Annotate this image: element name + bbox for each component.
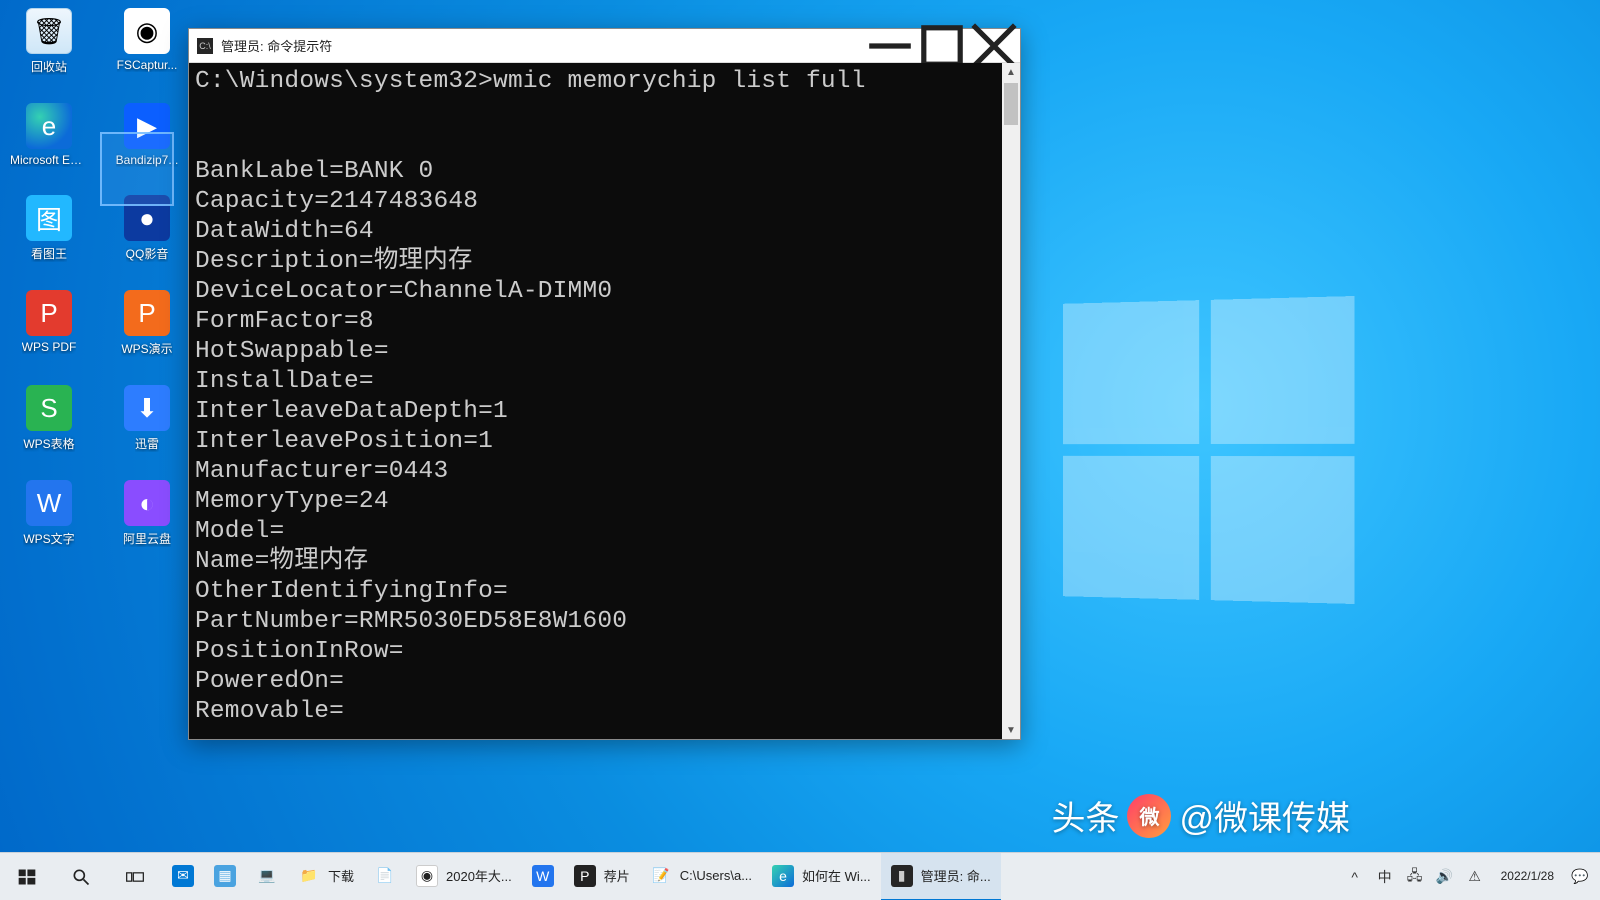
action-center-icon[interactable]: 💬 — [1566, 853, 1594, 900]
desktop: 🗑 回收站◉ FSCaptur...e Microsoft Edge▶ Band… — [0, 0, 1600, 900]
qqav-icon-label: QQ影音 — [126, 245, 169, 262]
scroll-up-arrow[interactable]: ▲ — [1002, 63, 1020, 81]
watermark-prefix: 头条 — [1051, 791, 1119, 840]
tray-alert-icon[interactable]: ⚠ — [1461, 853, 1489, 900]
tray-ime-icon[interactable]: 中 — [1371, 853, 1399, 900]
scroll-down-arrow[interactable]: ▼ — [1002, 721, 1020, 739]
chrome-2020-label: 2020年大... — [446, 866, 512, 885]
notepad-app-icon: 📄 — [374, 865, 396, 887]
wpsppt-icon-label: WPS演示 — [121, 340, 172, 357]
cmd-icon: C:\ — [197, 38, 213, 54]
video-watermark: 头条 微 @微课传媒 — [1051, 791, 1350, 840]
wpsdoc-icon-label: WPS文字 — [23, 530, 74, 547]
downloads-folder-label: 下载 — [328, 866, 354, 885]
watermark-avatar: 微 — [1127, 794, 1171, 838]
wpsdoc-icon-glyph: W — [26, 480, 72, 526]
notepad-users[interactable]: 📝 C:\Users\a... — [640, 853, 762, 900]
downloads-folder-icon: 📁 — [298, 865, 320, 887]
system-tray: ^ 中 🖧 🔊 ⚠ 2022/1/28 💬 — [1341, 853, 1600, 900]
aliyun-icon-glyph: ◐ — [124, 480, 170, 526]
desktop-selection-box — [100, 132, 174, 206]
wps-task[interactable]: W — [522, 853, 564, 900]
aliyun-icon[interactable]: ◐ 阿里云盘 — [110, 480, 184, 547]
kantu-icon[interactable]: 图 看图王 — [12, 195, 86, 262]
wpsdoc-icon[interactable]: W WPS文字 — [12, 480, 86, 547]
watermark-handle: @微课传媒 — [1179, 791, 1350, 840]
edge-icon[interactable]: e Microsoft Edge — [12, 103, 86, 167]
wps-task-icon: W — [532, 865, 554, 887]
kantu-icon-label: 看图王 — [31, 245, 67, 262]
notepad-users-label: C:\Users\a... — [680, 868, 752, 883]
tray-network-icon[interactable]: 🖧 — [1401, 853, 1429, 900]
edge-icon-glyph: e — [26, 103, 72, 149]
cmd-scrollbar[interactable]: ▲ ▼ — [1002, 63, 1020, 739]
cmd-output[interactable]: C:\Windows\system32>wmic memorychip list… — [189, 63, 1002, 739]
wpsppt-icon[interactable]: P WPS演示 — [110, 290, 184, 357]
desktop-icons-area: 🗑 回收站◉ FSCaptur...e Microsoft Edge▶ Band… — [12, 8, 184, 575]
cmd-task-icon: ▮ — [891, 865, 913, 887]
wpsxls-icon-glyph: S — [26, 385, 72, 431]
downloads-folder[interactable]: 📁 下载 — [288, 853, 364, 900]
maximize-button[interactable] — [916, 29, 968, 63]
edge-howto-icon: e — [772, 865, 794, 887]
edge-howto-label: 如何在 Wi... — [802, 866, 871, 885]
xunlei-icon-glyph: ⬇ — [124, 385, 170, 431]
windows-logo-watermark — [1063, 296, 1354, 604]
start-button[interactable] — [0, 853, 54, 900]
fscapture-icon-label: FSCaptur... — [117, 58, 178, 72]
search-button[interactable] — [54, 853, 108, 900]
cmd-titlebar[interactable]: C:\ 管理员: 命令提示符 — [189, 29, 1020, 63]
cmd-task-label: 管理员: 命... — [921, 866, 991, 885]
edge-icon-label: Microsoft Edge — [10, 153, 88, 167]
jianpian-icon: P — [574, 865, 596, 887]
minimize-button[interactable] — [864, 29, 916, 63]
cmd-title-text: 管理员: 命令提示符 — [221, 36, 332, 55]
wpspdf-icon-glyph: P — [26, 290, 72, 336]
tray-chevron-icon[interactable]: ^ — [1341, 853, 1369, 900]
cmd-task[interactable]: ▮ 管理员: 命... — [881, 853, 1001, 900]
task-view-button[interactable] — [108, 853, 162, 900]
wpsxls-icon[interactable]: S WPS表格 — [12, 385, 86, 452]
fscapture-icon-glyph: ◉ — [124, 8, 170, 54]
mail-app[interactable]: ✉ — [162, 853, 204, 900]
xunlei-icon[interactable]: ⬇ 迅雷 — [110, 385, 184, 452]
wpspdf-icon-label: WPS PDF — [22, 340, 77, 354]
wpsppt-icon-glyph: P — [124, 290, 170, 336]
edge-howto[interactable]: e 如何在 Wi... — [762, 853, 881, 900]
laptop-app-icon: 💻 — [256, 865, 278, 887]
photos-app[interactable]: ▦ — [204, 853, 246, 900]
recycle-bin-icon-label: 回收站 — [31, 58, 67, 75]
xunlei-icon-label: 迅雷 — [135, 435, 159, 452]
mail-app-icon: ✉ — [172, 865, 194, 887]
taskbar-clock[interactable]: 2022/1/28 — [1491, 869, 1564, 884]
wpsxls-icon-label: WPS表格 — [23, 435, 74, 452]
tray-volume-icon[interactable]: 🔊 — [1431, 853, 1459, 900]
photos-app-icon: ▦ — [214, 865, 236, 887]
notepad-app[interactable]: 📄 — [364, 853, 406, 900]
fscapture-icon[interactable]: ◉ FSCaptur... — [110, 8, 184, 75]
laptop-app[interactable]: 💻 — [246, 853, 288, 900]
aliyun-icon-label: 阿里云盘 — [123, 530, 171, 547]
close-button[interactable] — [968, 29, 1020, 63]
scroll-thumb[interactable] — [1004, 83, 1018, 125]
chrome-2020-icon: ◉ — [416, 865, 438, 887]
jianpian-label: 荐片 — [604, 866, 630, 885]
chrome-2020[interactable]: ◉ 2020年大... — [406, 853, 522, 900]
cmd-body[interactable]: C:\Windows\system32>wmic memorychip list… — [189, 63, 1020, 739]
jianpian[interactable]: P 荐片 — [564, 853, 640, 900]
kantu-icon-glyph: 图 — [26, 195, 72, 241]
notepad-users-icon: 📝 — [650, 865, 672, 887]
taskbar: ✉ ▦ 💻 📁 下载 📄 ◉ 2020年大... WP 荐片 📝 C:\Users\a... e 如何在 … — [0, 852, 1600, 900]
recycle-bin-icon-glyph: 🗑 — [26, 8, 72, 54]
wpspdf-icon[interactable]: P WPS PDF — [12, 290, 86, 357]
recycle-bin-icon[interactable]: 🗑 回收站 — [12, 8, 86, 75]
clock-date: 2022/1/28 — [1501, 869, 1554, 884]
cmd-window[interactable]: C:\ 管理员: 命令提示符 C:\Windows\system32>wmic … — [188, 28, 1021, 740]
